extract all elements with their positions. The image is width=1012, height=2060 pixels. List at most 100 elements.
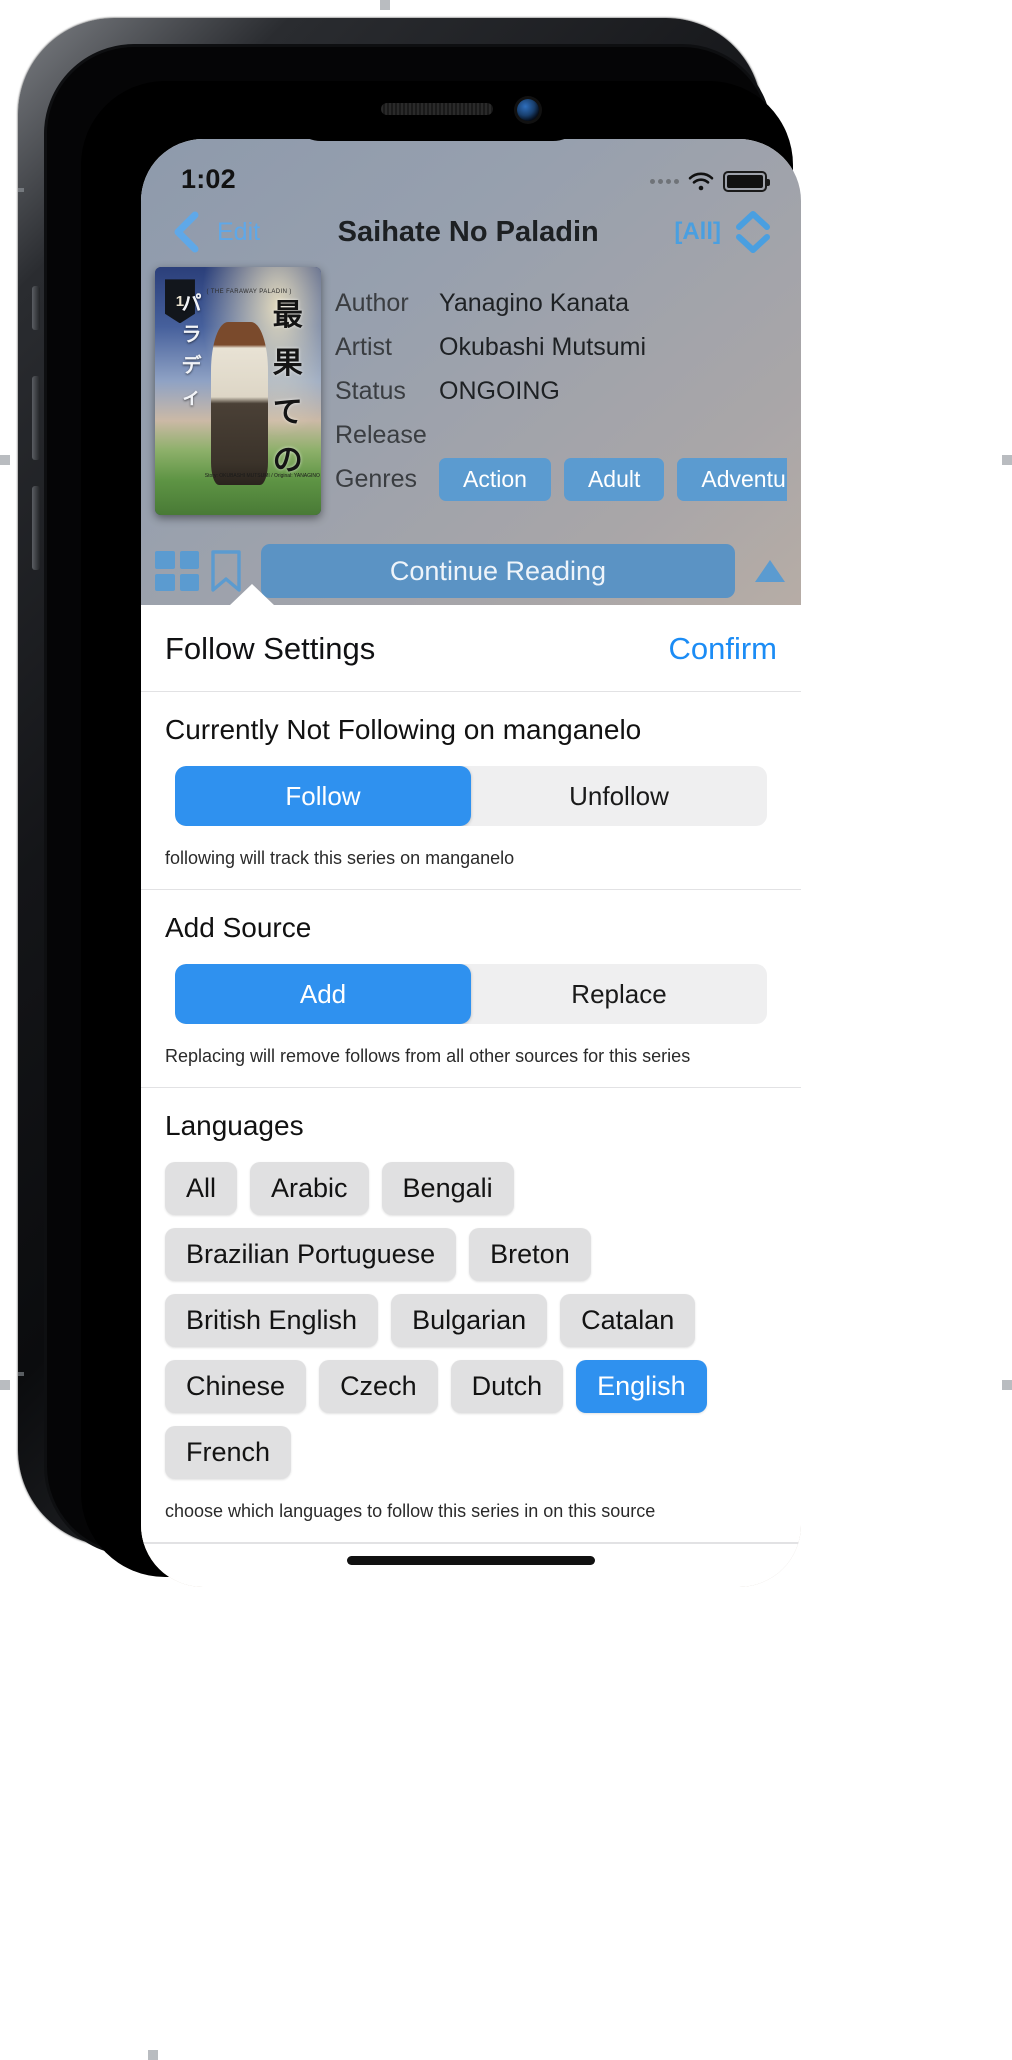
languages-section-title: Languages xyxy=(165,1110,304,1141)
languages-section: Languages All Arabic Bengali Brazilian P… xyxy=(141,1088,801,1543)
language-chip[interactable]: Breton xyxy=(469,1228,591,1281)
grid-cell xyxy=(155,551,175,569)
add-option[interactable]: Add xyxy=(175,964,471,1024)
registration-mark xyxy=(148,2050,158,2060)
genre-chip[interactable]: Adventu xyxy=(677,457,787,501)
registration-mark xyxy=(0,455,10,465)
language-filter-button[interactable]: [All] xyxy=(668,218,727,246)
cover-kanji-char: 果 xyxy=(272,346,303,382)
metadata-row-genres: Genres Action Adult Adventu xyxy=(335,457,787,501)
phone-screen: Edit Saihate No Paladin [All] 1 (THE FA… xyxy=(141,139,801,1587)
unfollow-option[interactable]: Unfollow xyxy=(471,766,767,826)
language-chip[interactable]: Dutch xyxy=(450,1360,564,1413)
sheet-header: Follow Settings Confirm xyxy=(141,605,801,692)
add-source-section-title: Add Source xyxy=(165,912,312,943)
follow-option[interactable]: Follow xyxy=(175,766,471,826)
antenna-line xyxy=(18,188,24,192)
metadata-row-status: Status ONGOING xyxy=(335,369,787,413)
metadata-value: ONGOING xyxy=(439,376,560,405)
source-segmented-control: Add Replace xyxy=(175,964,767,1024)
metadata-row-author: Author Yanagino Kanata xyxy=(335,281,787,325)
language-chip[interactable]: Bengali xyxy=(381,1162,514,1215)
metadata-key: Artist xyxy=(335,332,392,361)
genre-chip[interactable]: Action xyxy=(439,457,551,501)
metadata-key: Author xyxy=(335,288,409,317)
continue-reading-button[interactable]: Continue Reading xyxy=(261,544,735,598)
sort-stepper-button[interactable] xyxy=(727,209,779,255)
cover-kanji-char: 最 xyxy=(272,297,303,333)
metadata-key: Genres xyxy=(335,464,417,493)
follow-section: Currently Not Following on manganelo Fol… xyxy=(141,692,801,890)
language-chip[interactable]: Bulgarian xyxy=(391,1294,548,1347)
metadata-key: Status xyxy=(335,376,406,405)
follow-hint: following will track this series on mang… xyxy=(165,848,515,868)
genre-chip[interactable]: Adult xyxy=(563,457,665,501)
language-chip[interactable]: All xyxy=(165,1162,238,1215)
language-chip[interactable]: Chinese xyxy=(165,1360,307,1413)
metadata-row-artist: Artist Okubashi Mutsumi xyxy=(335,325,787,369)
volume-up-button[interactable] xyxy=(32,376,40,460)
language-chip-list: All Arabic Bengali Brazilian Portuguese … xyxy=(165,1162,777,1479)
grid-cell xyxy=(155,573,175,591)
metadata-value: Yanagino Kanata xyxy=(439,288,629,317)
replace-option[interactable]: Replace xyxy=(471,964,767,1024)
cover-kanji-title: 最 果 て の xyxy=(263,282,313,495)
language-chip[interactable]: Czech xyxy=(319,1360,438,1413)
registration-mark xyxy=(0,1380,10,1390)
cover-katakana-char: ラ xyxy=(181,321,202,346)
language-chip[interactable]: French xyxy=(165,1426,292,1479)
status-bar: 1:02 xyxy=(141,139,801,201)
sheet-title: Follow Settings xyxy=(165,631,376,666)
edit-button[interactable]: Edit xyxy=(209,218,268,247)
status-indicators xyxy=(650,167,770,192)
chevron-up-down-icon xyxy=(736,211,770,253)
battery-level xyxy=(727,174,763,188)
sheet-footer xyxy=(141,1543,801,1587)
phone-rim: Edit Saihate No Paladin [All] 1 (THE FA… xyxy=(44,44,801,1587)
cover-character xyxy=(211,321,268,486)
cover-katakana-title: パ ラ デ ィ xyxy=(182,287,202,409)
signal-dot xyxy=(658,178,663,184)
add-source-section: Add Source Add Replace Replacing will re… xyxy=(141,890,801,1088)
confirm-button[interactable]: Confirm xyxy=(668,631,777,667)
grid-cell xyxy=(179,573,199,591)
cover-katakana-char: パ xyxy=(181,290,202,315)
notch xyxy=(287,81,587,141)
genre-chip-list: Action Adult Adventu xyxy=(439,457,787,501)
registration-mark xyxy=(1002,1380,1012,1390)
mute-switch[interactable] xyxy=(32,286,40,330)
earpiece-speaker xyxy=(381,103,493,115)
screenshot-stage: Edit Saihate No Paladin [All] 1 (THE FA… xyxy=(0,0,1012,2060)
follow-segmented-control: Follow Unfollow xyxy=(175,766,767,826)
phone-frame: Edit Saihate No Paladin [All] 1 (THE FA… xyxy=(18,18,801,1587)
language-chip[interactable]: Catalan xyxy=(560,1294,696,1347)
language-chip[interactable]: Arabic xyxy=(250,1162,369,1215)
follow-section-title: Currently Not Following on manganelo xyxy=(165,714,642,745)
signal-dot xyxy=(674,178,679,184)
registration-mark xyxy=(380,0,390,10)
grid-cell xyxy=(179,551,199,569)
signal-dot xyxy=(666,178,671,184)
triangle-up-icon[interactable] xyxy=(753,556,787,586)
battery-icon xyxy=(723,170,770,192)
cover-katakana-char: ィ xyxy=(181,383,202,408)
antenna-line xyxy=(18,1372,24,1376)
language-chip[interactable]: Brazilian Portuguese xyxy=(165,1228,457,1281)
signal-dot xyxy=(650,178,655,184)
cover-image[interactable]: 1 ( THE FARAWAY PALADIN ) パ ラ デ ィ 最 果 て … xyxy=(155,267,321,515)
chevron-left-icon xyxy=(174,211,199,253)
grid-view-icon[interactable] xyxy=(155,551,199,591)
sheet-pointer-arrow xyxy=(229,584,275,606)
metadata-key: Release xyxy=(335,420,427,449)
navigation-bar: Edit Saihate No Paladin [All] xyxy=(141,201,801,263)
back-button[interactable] xyxy=(163,210,209,254)
series-metadata: Author Yanagino Kanata Artist Okubashi M… xyxy=(321,267,787,515)
cover-credits: Story: OKUBASHI MUTSUMI / Original: YANA… xyxy=(204,473,321,480)
cover-kanji-char: て xyxy=(272,394,303,430)
volume-down-button[interactable] xyxy=(32,486,40,570)
home-indicator[interactable] xyxy=(347,1556,595,1565)
status-clock: 1:02 xyxy=(181,163,236,194)
language-chip-selected[interactable]: English xyxy=(576,1360,707,1413)
language-chip[interactable]: British English xyxy=(165,1294,379,1347)
front-camera-icon xyxy=(517,99,539,121)
